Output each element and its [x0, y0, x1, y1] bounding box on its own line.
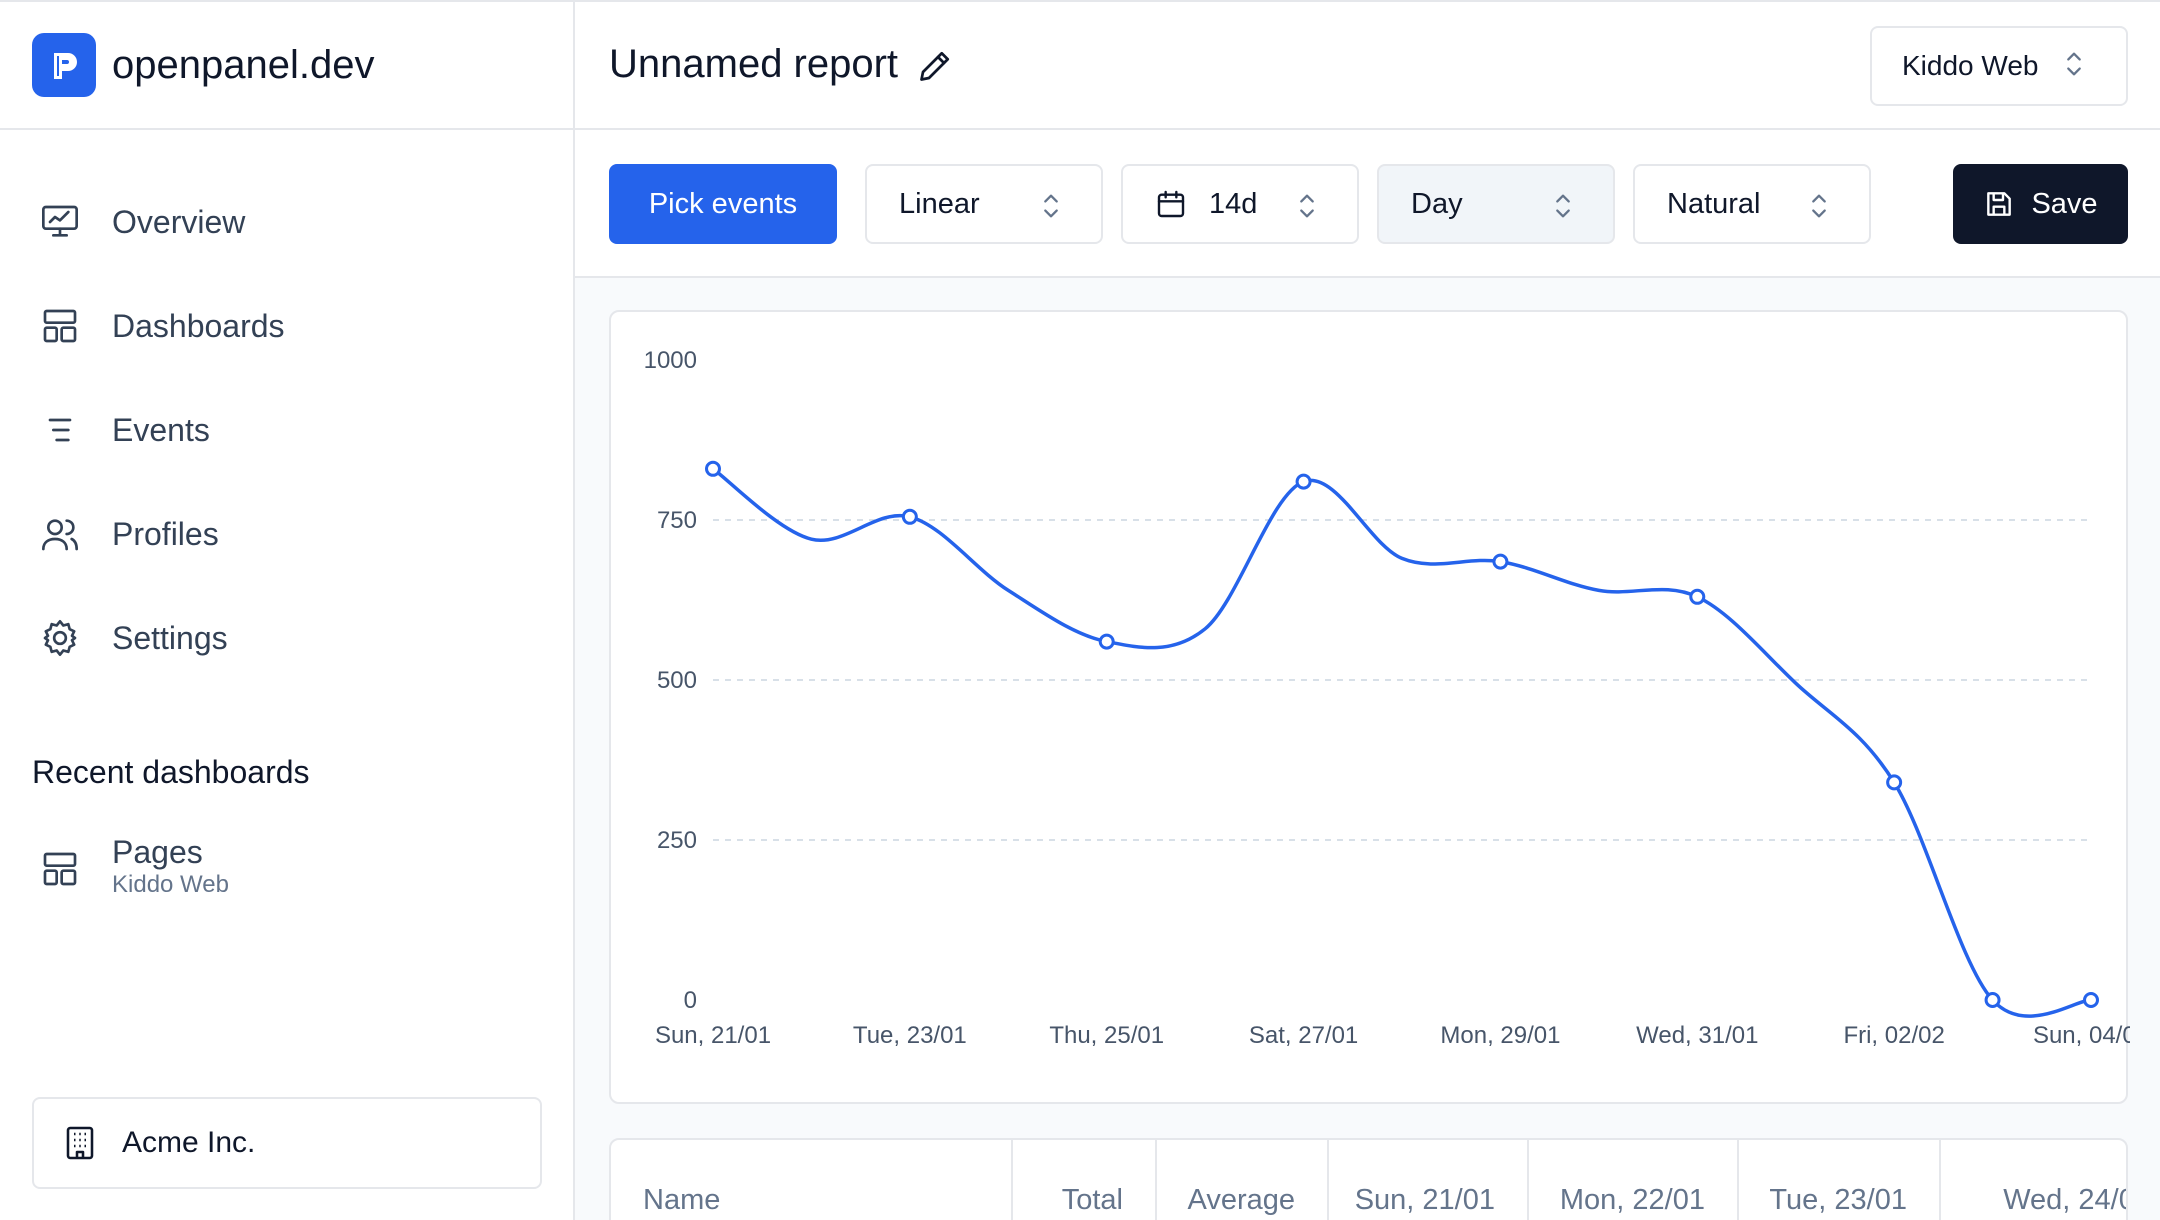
- x-tick-label: Fri, 02/02: [1843, 1022, 1944, 1049]
- chevrons-up-down-icon: [1293, 190, 1321, 230]
- layout-dashboard-icon: [40, 834, 112, 890]
- series-line: [711, 467, 2092, 1018]
- chevrons-up-down-icon: [1549, 190, 1577, 230]
- sidebar-item-label: Overview: [112, 203, 246, 240]
- table-header-date[interactable]: Wed, 24/01: [1941, 1140, 2126, 1220]
- y-tick-label: 250: [657, 827, 697, 854]
- data-point: [1295, 473, 1312, 490]
- sidebar-item-overview[interactable]: Overview: [40, 170, 540, 274]
- recent-dashboards-heading: Recent dashboards: [32, 754, 310, 790]
- app-window: openpanel.dev Overview Dashboards Events…: [0, 0, 2160, 1220]
- x-tick-label: Sun, 04/02: [2033, 1022, 2130, 1049]
- x-tick-label: Sat, 27/01: [1249, 1022, 1358, 1049]
- data-point: [705, 460, 721, 477]
- list-filter-icon: [40, 406, 112, 454]
- project-select[interactable]: Kiddo Web: [1870, 26, 2128, 106]
- openpanel-logo-icon: [32, 33, 96, 97]
- interval-select[interactable]: Day: [1377, 164, 1615, 244]
- date-range-value: 14d: [1209, 187, 1258, 220]
- report-title: Unnamed report: [609, 42, 899, 86]
- pick-events-button[interactable]: Pick events: [609, 164, 837, 244]
- brand[interactable]: openpanel.dev: [0, 2, 573, 130]
- data-point: [1886, 774, 1903, 791]
- chevrons-up-down-icon: [2060, 48, 2088, 85]
- organization-switcher[interactable]: Acme Inc.: [32, 1097, 542, 1189]
- table-header-total[interactable]: Total: [1013, 1140, 1157, 1220]
- organization-name: Acme Inc.: [122, 1126, 256, 1159]
- save-button[interactable]: Save: [1953, 164, 2128, 244]
- table-header-date[interactable]: Sun, 21/01: [1329, 1140, 1529, 1220]
- recent-dashboard-title: Pages: [112, 834, 203, 870]
- sidebar-item-label: Settings: [112, 619, 228, 656]
- brand-name: openpanel.dev: [112, 42, 375, 87]
- x-tick-label: Thu, 25/01: [1049, 1022, 1164, 1049]
- sidebar: openpanel.dev Overview Dashboards Events…: [0, 2, 575, 1220]
- calendar-icon: [1155, 188, 1187, 220]
- y-tick-label: 0: [684, 987, 697, 1014]
- sidebar-nav: Overview Dashboards Events Profiles Sett…: [40, 170, 540, 690]
- line-chart: 0 250 500 750 1000 Sun, 21/01 Tue, 23/01 Thu, 2…: [644, 347, 2130, 1049]
- report-header: Unnamed report Kiddo Web: [575, 2, 2160, 130]
- recent-dashboard-item[interactable]: Pages Kiddo Web: [40, 834, 229, 900]
- x-tick-label: Sun, 21/01: [655, 1022, 771, 1049]
- chevrons-up-down-icon: [1805, 190, 1833, 230]
- chart-type-value: Linear: [899, 187, 980, 220]
- y-tick-label: 1000: [644, 347, 697, 374]
- y-tick-label: 750: [657, 507, 697, 534]
- save-button-label: Save: [2031, 187, 2098, 220]
- table-header-name[interactable]: Name: [611, 1140, 1013, 1220]
- chart-type-select[interactable]: Linear: [865, 164, 1103, 244]
- sidebar-item-events[interactable]: Events: [40, 378, 540, 482]
- users-icon: [40, 510, 112, 558]
- interval-value: Day: [1411, 187, 1463, 220]
- pencil-icon[interactable]: [917, 48, 953, 84]
- table-header-date[interactable]: Tue, 23/01: [1739, 1140, 1941, 1220]
- sidebar-item-label: Events: [112, 411, 210, 448]
- presentation-chart-icon: [40, 198, 112, 246]
- building-icon: [62, 1121, 114, 1165]
- layout-dashboard-icon: [40, 302, 112, 350]
- gear-icon: [40, 614, 112, 662]
- project-select-value: Kiddo Web: [1902, 50, 2039, 81]
- line-style-value: Natural: [1667, 187, 1761, 220]
- y-tick-label: 500: [657, 667, 697, 694]
- report-toolbar: Pick events Linear 14d Day Natural Save: [575, 130, 2160, 278]
- chevrons-up-down-icon: [1037, 190, 1065, 230]
- report-content: 0 250 500 750 1000 Sun, 21/01 Tue, 23/01 Thu, 2…: [575, 278, 2160, 1220]
- recent-dashboard-project: Kiddo Web: [112, 871, 229, 898]
- data-table: Name Total Average Sun, 21/01 Mon, 22/01…: [609, 1138, 2128, 1220]
- line-chart-card: 0 250 500 750 1000 Sun, 21/01 Tue, 23/01 Thu, 2…: [609, 310, 2130, 1104]
- x-tick-label: Mon, 29/01: [1440, 1022, 1560, 1049]
- sidebar-item-profiles[interactable]: Profiles: [40, 482, 540, 586]
- sidebar-item-settings[interactable]: Settings: [40, 586, 540, 690]
- data-point: [1492, 553, 1509, 570]
- x-tick-label: Tue, 23/01: [853, 1022, 967, 1049]
- data-point: [1689, 588, 1706, 605]
- data-point: [1098, 633, 1115, 650]
- line-style-select[interactable]: Natural: [1633, 164, 1871, 244]
- save-icon: [1983, 188, 2015, 220]
- data-point: [2083, 992, 2099, 1008]
- data-point: [901, 508, 918, 525]
- date-range-select[interactable]: 14d: [1121, 164, 1359, 244]
- sidebar-item-label: Dashboards: [112, 307, 285, 344]
- sidebar-item-dashboards[interactable]: Dashboards: [40, 274, 540, 378]
- sidebar-item-label: Profiles: [112, 515, 219, 552]
- table-header-average[interactable]: Average: [1157, 1140, 1329, 1220]
- x-tick-label: Wed, 31/01: [1636, 1022, 1758, 1049]
- data-point: [1984, 992, 2001, 1008]
- table-header-date[interactable]: Mon, 22/01: [1529, 1140, 1739, 1220]
